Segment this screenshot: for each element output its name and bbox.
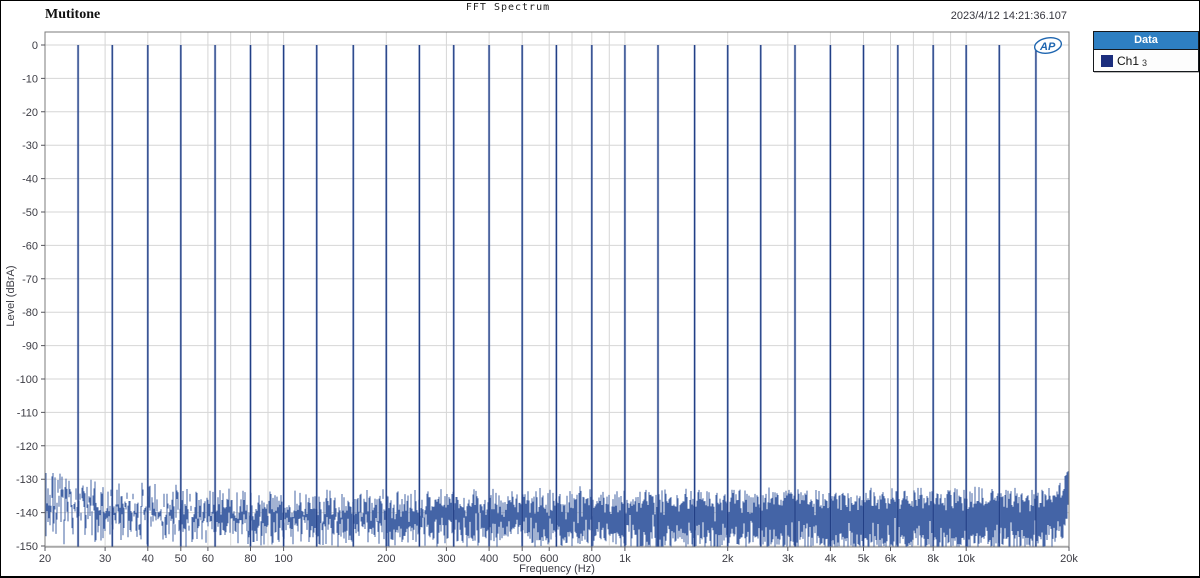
ap-logo-icon: AP bbox=[1033, 37, 1063, 54]
legend-entry-ch1[interactable]: Ch1 3 bbox=[1094, 50, 1198, 71]
x-tick-label: 600 bbox=[540, 553, 558, 563]
x-tick-label: 1k bbox=[619, 553, 631, 563]
x-tick-label: 20k bbox=[1060, 553, 1078, 563]
x-tick-label: 800 bbox=[583, 553, 601, 563]
x-tick-label: 30 bbox=[99, 553, 111, 563]
y-axis-title: Level (dBrA) bbox=[5, 265, 17, 327]
x-tick-label: 80 bbox=[244, 553, 256, 563]
y-tick-label: -100 bbox=[16, 374, 38, 386]
legend-header: Data bbox=[1094, 32, 1198, 50]
fft-plot-area[interactable]: 0 -10 -20 -30 -40 -50 -60 -70 -80 -90 -100 -110 -120… bbox=[1, 1, 1091, 563]
y-tick-label: -30 bbox=[22, 140, 38, 152]
legend-panel: Data Ch1 3 bbox=[1093, 31, 1199, 72]
x-tick-label: 50 bbox=[175, 553, 187, 563]
y-tick-label: -150 bbox=[16, 541, 38, 553]
y-tick-label: -50 bbox=[22, 207, 38, 219]
y-tick-label: -70 bbox=[22, 274, 38, 286]
x-tick-label: 100 bbox=[274, 553, 292, 563]
x-tick-label: 10k bbox=[957, 553, 975, 563]
legend-swatch-icon bbox=[1101, 54, 1113, 67]
y-tick-label: -140 bbox=[16, 508, 38, 520]
x-tick-label: 5k bbox=[858, 553, 870, 563]
y-tick-label: -10 bbox=[22, 73, 38, 85]
x-tick-label: 2k bbox=[722, 553, 734, 563]
x-tick-label: 4k bbox=[825, 553, 837, 563]
x-tick-label: 3k bbox=[782, 553, 794, 563]
y-tick-label: -90 bbox=[22, 341, 38, 353]
x-tick-label: 200 bbox=[377, 553, 395, 563]
legend-entry-label: Ch1 bbox=[1117, 53, 1140, 68]
tone-lines bbox=[77, 45, 1037, 547]
y-tick-label: -130 bbox=[16, 474, 38, 486]
x-tick-label: 500 bbox=[513, 553, 531, 563]
x-axis-title: Frequency (Hz) bbox=[519, 563, 595, 575]
x-tick-label: 8k bbox=[927, 553, 939, 563]
x-tick-label: 40 bbox=[142, 553, 154, 563]
fft-spectrum-window: Mutitone FFT Spectrum 2023/4/12 14:21:36… bbox=[0, 0, 1200, 578]
y-tick-label: -120 bbox=[16, 441, 38, 453]
x-tick-label: 300 bbox=[437, 553, 455, 563]
axis-ticks bbox=[41, 44, 1070, 551]
x-tick-label: 6k bbox=[885, 553, 897, 563]
y-tick-label: -80 bbox=[22, 307, 38, 319]
x-tick-label: 60 bbox=[202, 553, 214, 563]
svg-text:AP: AP bbox=[1039, 41, 1056, 53]
y-tick-label: -20 bbox=[22, 107, 38, 119]
y-tick-label: -40 bbox=[22, 174, 38, 186]
x-tick-label: 20 bbox=[39, 553, 51, 563]
legend-entry-sub: 3 bbox=[1142, 57, 1148, 68]
y-tick-label: -60 bbox=[22, 240, 38, 252]
y-tick-label: 0 bbox=[32, 40, 38, 52]
y-tick-label: -110 bbox=[17, 407, 38, 419]
x-tick-label: 400 bbox=[480, 553, 498, 563]
